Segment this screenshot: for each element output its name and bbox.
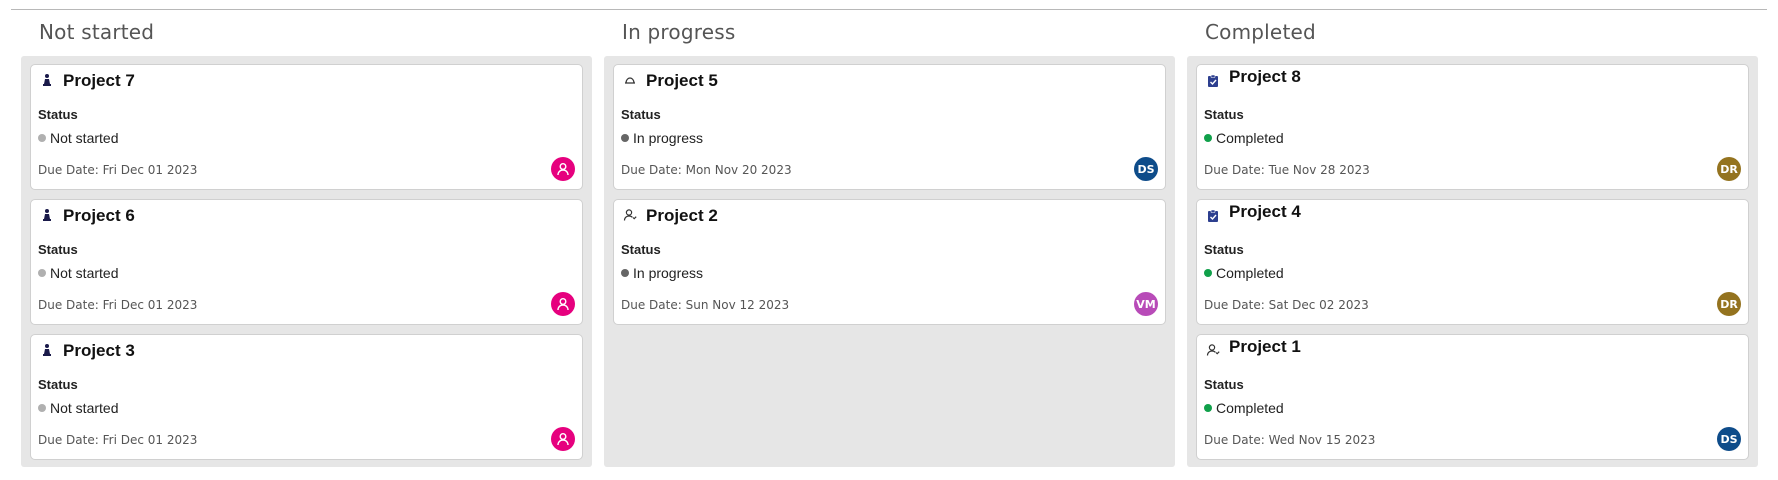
project-card[interactable]: Project 6 Status Not started Due Date: F… (30, 199, 583, 325)
card-title: Project 5 (646, 71, 718, 90)
project-card[interactable]: Project 8 Status Completed Due Date: Tue… (1196, 64, 1749, 190)
avatar[interactable]: DS (1134, 157, 1158, 181)
card-title: Project 7 (63, 71, 135, 90)
status-label: Status (1204, 377, 1244, 392)
column-body: Project 5 Status In progress Due Date: M… (604, 56, 1175, 467)
column-title: Completed (1205, 20, 1316, 44)
card-title: Project 1 (1229, 337, 1301, 356)
person-outline-icon (623, 208, 637, 222)
status-value: In progress (621, 130, 703, 146)
chess-pawn-icon (40, 343, 54, 357)
avatar[interactable]: DS (1717, 427, 1741, 451)
status-label: Status (1204, 107, 1244, 122)
project-card[interactable]: Project 4 Status Completed Due Date: Sat… (1196, 199, 1749, 325)
status-dot (38, 134, 46, 142)
project-card[interactable]: Project 1 Status Completed Due Date: Wed… (1196, 334, 1749, 460)
status-label: Status (1204, 242, 1244, 257)
avatar[interactable] (551, 427, 575, 451)
status-label: Status (38, 107, 78, 122)
card-title: Project 2 (646, 206, 718, 225)
user-icon (556, 297, 570, 311)
chess-pawn-icon (40, 73, 54, 87)
user-icon (556, 162, 570, 176)
due-date: Due Date: Sat Dec 02 2023 (1204, 298, 1369, 312)
status-value: Not started (38, 265, 118, 281)
column-body: Project 7 Status Not started Due Date: F… (21, 56, 592, 467)
status-dot (1204, 269, 1212, 277)
top-divider (11, 9, 1767, 10)
column-body: Project 8 Status Completed Due Date: Tue… (1187, 56, 1758, 467)
user-icon (556, 432, 570, 446)
card-title: Project 3 (63, 341, 135, 360)
status-dot (1204, 134, 1212, 142)
status-value: Not started (38, 130, 118, 146)
clipboard-check-icon (1206, 74, 1220, 88)
card-title: Project 8 (1229, 67, 1301, 86)
clipboard-check-icon (1206, 209, 1220, 223)
status-dot (621, 134, 629, 142)
due-date: Due Date: Fri Dec 01 2023 (38, 163, 198, 177)
due-date: Due Date: Fri Dec 01 2023 (38, 433, 198, 447)
column-title: In progress (622, 20, 736, 44)
chess-pawn-icon (40, 208, 54, 222)
status-value: Not started (38, 400, 118, 416)
column-title: Not started (39, 20, 155, 44)
status-dot (621, 269, 629, 277)
avatar[interactable]: DR (1717, 292, 1741, 316)
card-title: Project 6 (63, 206, 135, 225)
person-outline-icon (1206, 343, 1220, 357)
project-card[interactable]: Project 2 Status In progress Due Date: S… (613, 199, 1166, 325)
card-title: Project 4 (1229, 202, 1301, 221)
status-value: Completed (1204, 265, 1284, 281)
status-dot (1204, 404, 1212, 412)
due-date: Due Date: Sun Nov 12 2023 (621, 298, 790, 312)
due-date: Due Date: Mon Nov 20 2023 (621, 163, 792, 177)
status-label: Status (38, 377, 78, 392)
status-label: Status (38, 242, 78, 257)
status-dot (38, 404, 46, 412)
status-value: Completed (1204, 130, 1284, 146)
project-card[interactable]: Project 5 Status In progress Due Date: M… (613, 64, 1166, 190)
avatar[interactable] (551, 157, 575, 181)
avatar[interactable] (551, 292, 575, 316)
status-label: Status (621, 107, 661, 122)
status-value: In progress (621, 265, 703, 281)
project-card[interactable]: Project 3 Status Not started Due Date: F… (30, 334, 583, 460)
project-card[interactable]: Project 7 Status Not started Due Date: F… (30, 64, 583, 190)
cap-icon (623, 73, 637, 87)
due-date: Due Date: Wed Nov 15 2023 (1204, 433, 1376, 447)
status-value: Completed (1204, 400, 1284, 416)
status-dot (38, 269, 46, 277)
due-date: Due Date: Fri Dec 01 2023 (38, 298, 198, 312)
status-label: Status (621, 242, 661, 257)
due-date: Due Date: Tue Nov 28 2023 (1204, 163, 1370, 177)
avatar[interactable]: DR (1717, 157, 1741, 181)
avatar[interactable]: VM (1134, 292, 1158, 316)
